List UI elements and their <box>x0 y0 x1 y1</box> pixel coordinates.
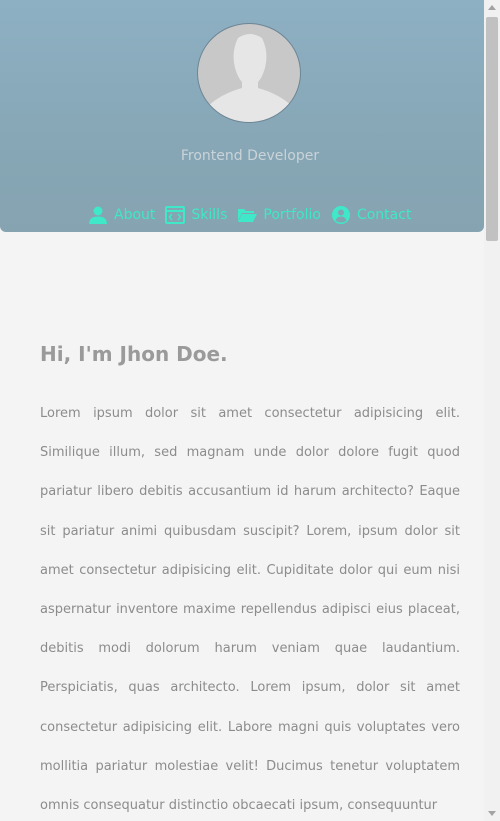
nav-portfolio-label: Portfolio <box>263 207 321 223</box>
nav-about[interactable]: About <box>88 205 155 225</box>
about-bio: Lorem ipsum dolor sit amet consectetur a… <box>40 406 460 814</box>
nav-skills-label: Skills <box>191 207 228 223</box>
nav-skills[interactable]: Skills <box>165 205 227 225</box>
page: Frontend Developer About Skills Portfoli… <box>0 0 500 821</box>
avatar <box>197 23 301 123</box>
nav-portfolio[interactable]: Portfolio <box>237 205 321 225</box>
nav-contact[interactable]: Contact <box>331 205 411 225</box>
scroll-up-arrow-icon[interactable] <box>488 5 496 10</box>
main-nav: About Skills Portfolio Contact <box>88 205 421 225</box>
user-circle-icon <box>331 206 350 224</box>
vertical-scrollbar[interactable] <box>484 0 500 821</box>
about-heading: Hi, I'm Jhon Doe. <box>40 342 228 366</box>
nav-contact-label: Contact <box>356 207 412 223</box>
scroll-down-arrow-icon[interactable] <box>488 811 496 816</box>
code-icon <box>165 206 186 224</box>
folder-open-icon <box>238 209 258 222</box>
scrollbar-thumb[interactable] <box>486 17 498 241</box>
job-title: Frontend Developer <box>180 148 320 164</box>
nav-about-label: About <box>114 207 156 223</box>
page-content: Frontend Developer About Skills Portfoli… <box>0 0 484 821</box>
person-silhouette-icon <box>206 34 294 122</box>
user-icon <box>89 206 107 224</box>
profile-header: Frontend Developer About Skills Portfoli… <box>0 0 484 232</box>
